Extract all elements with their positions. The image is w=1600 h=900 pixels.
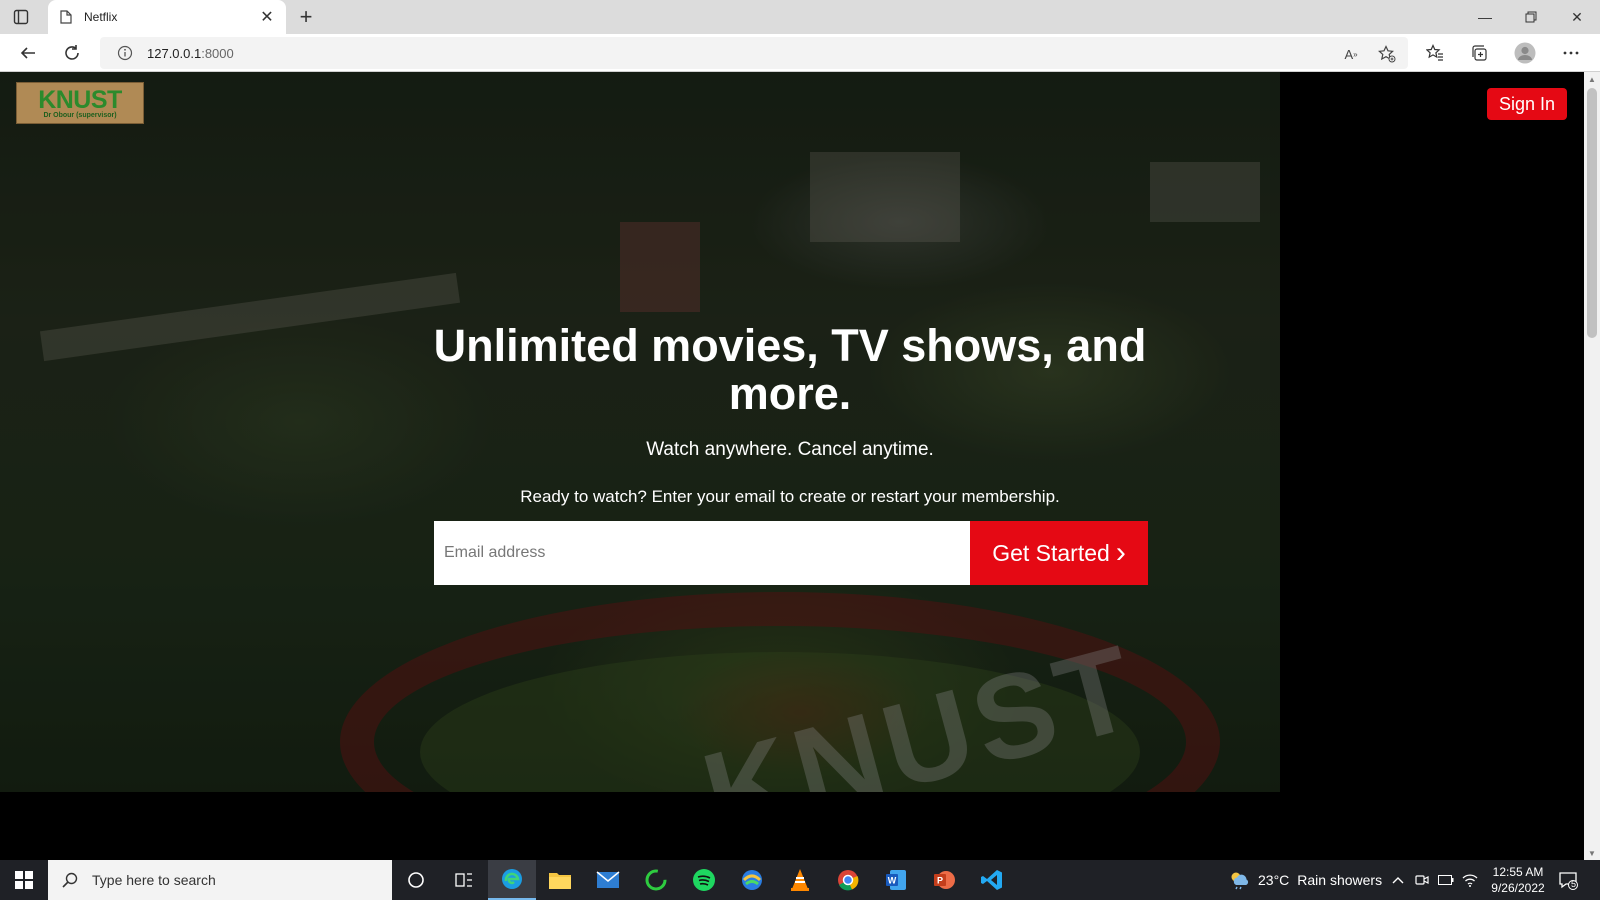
wifi-icon[interactable]	[1460, 870, 1480, 890]
sign-in-button[interactable]: Sign In	[1487, 88, 1567, 120]
hero-dark-overlay	[0, 72, 1280, 792]
site-info-icon[interactable]	[115, 43, 135, 63]
notifications-icon[interactable]: 5	[1556, 868, 1580, 892]
tab-title: Netflix	[84, 10, 118, 24]
back-button[interactable]	[14, 39, 42, 67]
page-icon	[58, 9, 74, 25]
word-icon[interactable]: W	[872, 860, 920, 900]
mail-icon[interactable]	[584, 860, 632, 900]
search-icon	[60, 870, 80, 890]
profile-avatar-icon[interactable]	[1512, 40, 1538, 66]
collections-icon[interactable]	[1466, 40, 1492, 66]
taskbar-clock[interactable]: 12:55 AM 9/26/2022	[1478, 864, 1558, 896]
battery-icon[interactable]	[1436, 870, 1456, 890]
start-button[interactable]	[0, 860, 48, 900]
notification-count: 5	[1571, 879, 1577, 889]
page-viewport: KNUST KNUST Dr Obour (supervisor) Sign I…	[0, 72, 1584, 860]
tab-actions-icon[interactable]	[10, 6, 32, 28]
address-bar: 127.0.0.1:8000 A»	[0, 34, 1600, 72]
taskbar-search-box[interactable]: Type here to search	[48, 860, 392, 900]
vlc-icon[interactable]	[776, 860, 824, 900]
chrome-icon[interactable]	[824, 860, 872, 900]
clock-time: 12:55 AM	[1492, 865, 1544, 879]
hero-prompt: Ready to watch? Enter your email to crea…	[520, 487, 1060, 506]
weather-widget[interactable]: 23°C Rain showers	[1228, 860, 1382, 900]
weather-rain-icon	[1231, 872, 1249, 890]
email-input[interactable]	[434, 521, 970, 585]
powerpoint-icon[interactable]: P	[920, 860, 968, 900]
restore-button[interactable]	[1508, 0, 1554, 34]
new-tab-button[interactable]: +	[293, 4, 319, 30]
read-aloud-icon[interactable]: A»	[1340, 43, 1362, 65]
url-text: 127.0.0.1:8000	[147, 46, 234, 61]
logo-text: KNUST	[38, 85, 122, 114]
maps-app-icon[interactable]	[728, 860, 776, 900]
site-logo[interactable]: KNUST Dr Obour (supervisor)	[16, 82, 144, 124]
cortana-icon[interactable]	[392, 860, 440, 900]
vscode-icon[interactable]	[968, 860, 1016, 900]
scroll-down-icon[interactable]: ▼	[1584, 846, 1600, 860]
svg-text:P: P	[937, 876, 943, 886]
minimize-button[interactable]: —	[1462, 0, 1508, 34]
add-favorite-icon[interactable]	[1376, 43, 1398, 65]
hero-subtitle: Watch anywhere. Cancel anytime.	[646, 439, 934, 460]
scroll-up-icon[interactable]: ▲	[1584, 72, 1600, 86]
url-host: 127.0.0.1	[147, 45, 202, 61]
refresh-app-icon[interactable]	[632, 860, 680, 900]
get-started-button[interactable]: Get Started ›	[970, 521, 1148, 585]
task-view-icon[interactable]	[440, 860, 488, 900]
browser-tab[interactable]: Netflix ✕	[48, 0, 286, 34]
more-options-icon[interactable]	[1558, 40, 1584, 66]
get-started-label: Get Started	[992, 539, 1110, 566]
url-field[interactable]: 127.0.0.1:8000 A»	[100, 37, 1408, 69]
close-tab-icon[interactable]: ✕	[258, 8, 276, 26]
page-scrollbar[interactable]: ▲ ▼	[1584, 72, 1600, 860]
url-port: :8000	[201, 45, 234, 61]
refresh-button[interactable]	[58, 39, 86, 67]
svg-text:W: W	[888, 876, 897, 886]
chevron-up-icon[interactable]	[1388, 870, 1408, 890]
file-explorer-icon[interactable]	[536, 860, 584, 900]
edge-browser-icon[interactable]	[488, 860, 536, 900]
browser-tab-bar: Netflix ✕ + — ✕	[0, 0, 1600, 34]
scroll-thumb[interactable]	[1587, 88, 1597, 338]
meet-now-icon[interactable]	[1412, 870, 1432, 890]
spotify-icon[interactable]	[680, 860, 728, 900]
windows-taskbar: Type here to search W P 23°C Rain shower…	[0, 860, 1600, 900]
clock-date: 9/26/2022	[1491, 881, 1545, 895]
close-window-button[interactable]: ✕	[1554, 0, 1600, 34]
hero-background-image: KNUST	[0, 72, 1280, 792]
favorites-icon[interactable]	[1422, 40, 1448, 66]
search-placeholder: Type here to search	[92, 872, 216, 888]
hero-title: Unlimited movies, TV shows, and more.	[433, 320, 1147, 419]
weather-description: Rain showers	[1297, 872, 1383, 888]
chevron-right-icon: ›	[1115, 536, 1126, 569]
logo-subtext: Dr Obour (supervisor)	[43, 111, 117, 119]
weather-temp: 23°C	[1258, 872, 1290, 888]
